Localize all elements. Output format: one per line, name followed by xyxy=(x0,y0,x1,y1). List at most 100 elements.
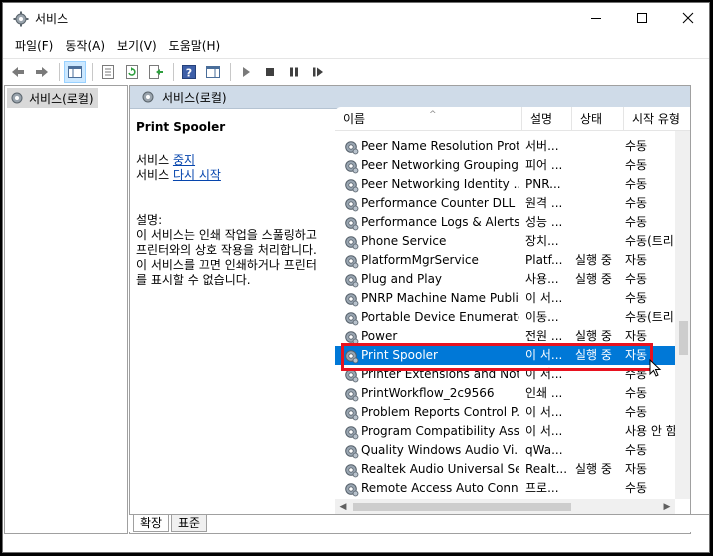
service-gear-icon xyxy=(345,464,359,478)
table-row[interactable]: Peer Name Resolution Prot... 서버... 수동 xyxy=(335,137,690,156)
stop-service-line: 서비스 중지 xyxy=(136,153,334,168)
stop-icon xyxy=(266,67,274,76)
table-row[interactable]: Realtek Audio Universal Ser... Realt... 실행… xyxy=(335,460,690,479)
back-button[interactable] xyxy=(7,61,29,83)
service-description: 사용... xyxy=(525,272,559,286)
menu-bar: 파일(F) 동작(A) 보기(V) 도움말(H) xyxy=(3,35,709,57)
properties-button[interactable] xyxy=(97,61,119,83)
vertical-scrollbar[interactable] xyxy=(675,131,690,499)
service-description: PNR... xyxy=(525,177,561,191)
column-header-description[interactable]: 설명 xyxy=(521,107,571,131)
refresh-icon xyxy=(126,64,138,79)
toolbar-separator xyxy=(92,62,93,81)
table-row[interactable]: Remote Access Auto Conn... 프로... 수동 xyxy=(335,479,690,498)
forward-button[interactable] xyxy=(31,61,53,83)
minimize-button[interactable] xyxy=(573,3,619,33)
service-name: Peer Networking Grouping xyxy=(361,158,519,172)
restart-service-link[interactable]: 다시 시작 xyxy=(173,168,221,182)
table-row[interactable]: Quality Windows Audio Vi... qWa... 수동 xyxy=(335,441,690,460)
table-row[interactable]: Problem Reports Control P... 이 서... 수동 xyxy=(335,403,690,422)
help-button[interactable]: ? xyxy=(178,61,200,83)
table-row[interactable]: PlatformMgrService Platf... 실행 중 자동 xyxy=(335,251,690,270)
show-action-pane-button[interactable] xyxy=(202,61,224,83)
stop-service-button[interactable] xyxy=(259,61,281,83)
column-header-status[interactable]: 상태 xyxy=(571,107,623,131)
service-status: 실행 중 xyxy=(575,253,612,267)
column-header-startup-type[interactable]: 시작 유형 xyxy=(623,107,690,131)
stop-service-link[interactable]: 중지 xyxy=(173,153,195,167)
minimize-icon xyxy=(591,18,601,19)
menu-file[interactable]: 파일(F) xyxy=(9,36,59,56)
table-row[interactable]: PNRP Machine Name Publi... 이 서... 수동 xyxy=(335,289,690,308)
horizontal-scroll-thumb[interactable] xyxy=(353,503,571,511)
table-row[interactable]: Phone Service 장치... 수동(트리... xyxy=(335,232,690,251)
tab-standard[interactable]: 표준 xyxy=(171,515,208,532)
table-row[interactable]: Portable Device Enumerato...이동...수동(트리..… xyxy=(335,308,690,327)
maximize-icon xyxy=(637,13,647,23)
service-gear-icon xyxy=(345,160,359,174)
service-name: Remote Access Auto Conn... xyxy=(361,481,519,495)
service-gear-icon xyxy=(345,217,359,231)
scroll-left-arrow-icon[interactable]: ◀ xyxy=(335,499,351,515)
restart-service-button[interactable] xyxy=(307,61,329,83)
restart-service-line: 서비스 다시 시작 xyxy=(136,168,334,183)
service-description: 원격 ... xyxy=(525,196,563,210)
tab-extended[interactable]: 확장 xyxy=(133,515,170,532)
horizontal-scrollbar[interactable]: ◀ ▶ xyxy=(335,499,675,515)
panel-header-title: 서비스(로컬) xyxy=(162,90,227,105)
pause-icon xyxy=(290,67,298,76)
console-tree: 서비스(로컬) xyxy=(4,85,128,534)
menu-action[interactable]: 동작(A) xyxy=(59,36,111,56)
service-name: Realtek Audio Universal Ser... xyxy=(361,462,519,476)
column-header-status-label: 상태 xyxy=(580,112,603,126)
tree-item-services-local[interactable]: 서비스(로컬) xyxy=(7,88,98,108)
table-row[interactable]: Peer Networking Identity ... PNR... 수동 xyxy=(335,175,690,194)
scroll-right-arrow-icon[interactable]: ▶ xyxy=(659,499,675,515)
column-header-startup-type-label: 시작 유형 xyxy=(632,112,680,126)
service-gear-icon xyxy=(345,407,359,421)
service-name: Peer Name Resolution Prot... xyxy=(361,139,519,153)
table-row[interactable]: Plug and Play 사용... 실행 중 수동 xyxy=(335,270,690,289)
table-row[interactable]: Program Compatibility Assi... 이 서... 사용 안 … xyxy=(335,422,690,441)
toolbar-separator xyxy=(230,62,231,81)
service-gear-icon xyxy=(345,179,359,193)
sort-ascending-icon: ^ xyxy=(429,110,437,120)
vertical-scroll-thumb[interactable] xyxy=(679,321,688,355)
table-row[interactable]: Performance Logs & Alerts 성능 ... 수동 xyxy=(335,213,690,232)
menu-help[interactable]: 도움말(H) xyxy=(163,36,227,56)
service-description: 성능 ... xyxy=(525,215,563,229)
menu-view[interactable]: 보기(V) xyxy=(111,36,163,56)
show-console-tree-button[interactable] xyxy=(64,60,86,83)
service-name: Peer Networking Identity ... xyxy=(361,177,519,191)
forward-arrow-icon xyxy=(36,66,48,77)
service-gear-icon xyxy=(345,483,359,497)
service-description: 서버... xyxy=(525,139,559,153)
service-name: PNRP Machine Name Publi... xyxy=(361,291,519,305)
service-gear-icon xyxy=(345,426,359,440)
service-gear-icon xyxy=(345,236,359,250)
table-row[interactable]: Performance Counter DLL ... 원격 ... 수동 xyxy=(335,194,690,213)
pause-service-button[interactable] xyxy=(283,61,305,83)
service-gear-icon xyxy=(345,198,359,212)
stop-service-prefix: 서비스 xyxy=(136,153,173,167)
service-description: 이 서... xyxy=(525,424,563,438)
service-gear-icon xyxy=(345,274,359,288)
table-row[interactable]: Peer Networking Grouping 피어 ... 수동 xyxy=(335,156,690,175)
export-list-button[interactable] xyxy=(145,61,167,83)
service-name: Performance Logs & Alerts xyxy=(361,215,519,229)
play-icon xyxy=(243,66,250,77)
service-details: Print Spooler 서비스 중지 서비스 다시 시작 설명: 이 서비스… xyxy=(136,120,334,288)
column-header-name[interactable]: ^ 이름 xyxy=(335,107,525,131)
refresh-button[interactable] xyxy=(121,61,143,83)
service-description: Platf... xyxy=(525,253,563,267)
list-header: ^ 이름 설명 상태 시작 유형 xyxy=(335,107,690,131)
restart-service-prefix: 서비스 xyxy=(136,168,173,182)
description-label: 설명: xyxy=(136,213,163,227)
service-status: 실행 중 xyxy=(575,272,612,286)
maximize-button[interactable] xyxy=(619,3,665,33)
start-service-button[interactable] xyxy=(235,61,257,83)
services-list: ^ 이름 설명 상태 시작 유형 Peer Name Resolution Pr… xyxy=(335,107,690,515)
table-row[interactable]: PrintWorkflow_2c9566 인쇄 ... 수동 xyxy=(335,384,690,403)
service-description: Realt... xyxy=(525,462,567,476)
close-button[interactable] xyxy=(665,3,709,33)
